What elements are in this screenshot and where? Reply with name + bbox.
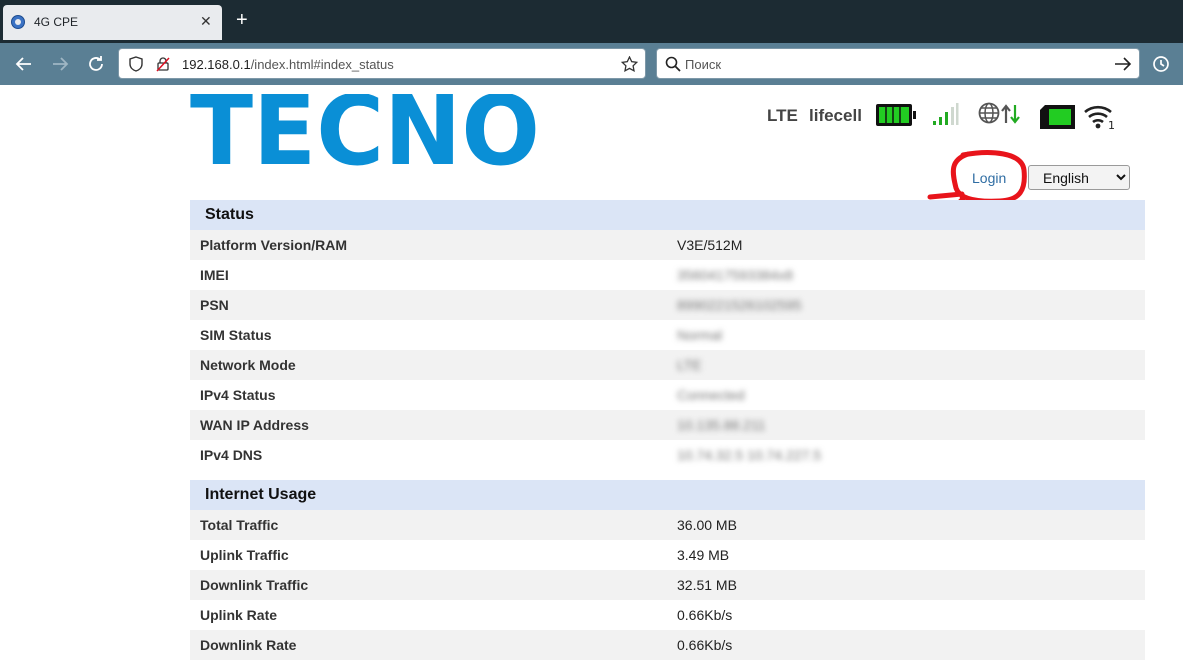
row-value: 3560417593384x8 — [677, 267, 794, 283]
internet-usage-table: Total Traffic 36.00 MB Uplink Traffic 3.49… — [190, 510, 1145, 660]
insecure-lock-icon[interactable] — [155, 56, 171, 72]
row-label: Platform Version/RAM — [200, 237, 348, 253]
table-row: Network Mode LTE — [190, 350, 1145, 380]
row-label: Uplink Traffic — [200, 547, 289, 563]
clock-icon — [1153, 56, 1169, 72]
table-row: SIM Status Normal — [190, 320, 1145, 350]
back-button[interactable] — [12, 52, 36, 76]
url-host: 192.168.0.1 — [182, 57, 251, 72]
row-label: Network Mode — [200, 357, 296, 373]
row-label: Downlink Rate — [200, 637, 297, 653]
table-row: IPv4 DNS 10.74.32.5 10.74.227.5 — [190, 440, 1145, 470]
search-icon — [665, 56, 681, 72]
navigation-bar: 192.168.0.1/index.html#index_status — [0, 43, 1183, 85]
row-value: Normal — [677, 327, 723, 343]
brand-logo-text: TECNO — [190, 94, 540, 166]
row-label: Downlink Traffic — [200, 577, 309, 593]
arrow-right-icon — [53, 57, 69, 71]
table-row: Uplink Rate 0.66Kb/s — [190, 600, 1145, 630]
row-label: SIM Status — [200, 327, 272, 343]
row-label: IPv4 DNS — [200, 447, 263, 463]
table-row: Total Traffic 36.00 MB — [190, 510, 1145, 540]
reload-icon — [89, 56, 103, 71]
favicon-icon — [11, 15, 25, 29]
tab-bar: 4G CPE ✕ + — [0, 0, 1183, 43]
table-row: Uplink Traffic 3.49 MB — [190, 540, 1145, 570]
row-label: Total Traffic — [200, 517, 279, 533]
row-value: LTE — [677, 357, 702, 373]
table-row: WAN IP Address 10.135.88.211 — [190, 410, 1145, 440]
history-button[interactable] — [1149, 52, 1173, 76]
operator-name: lifecell — [809, 106, 862, 125]
login-link[interactable]: Login — [972, 170, 1006, 186]
address-bar[interactable]: 192.168.0.1/index.html#index_status — [118, 48, 646, 79]
table-row: Platform Version/RAM V3E/512M — [190, 230, 1145, 260]
row-value: 3.49 MB — [677, 547, 730, 563]
row-value: 0.66Kb/s — [677, 607, 733, 623]
browser-tab[interactable]: 4G CPE ✕ — [3, 5, 222, 40]
reload-button[interactable] — [84, 52, 108, 76]
row-value: Connected — [677, 387, 745, 403]
row-value: 10.74.32.5 10.74.227.5 — [677, 447, 822, 463]
arrow-left-icon — [15, 57, 31, 71]
battery-icon — [876, 104, 916, 126]
internet-usage-section-title: Internet Usage — [190, 480, 1145, 510]
brand-logo: TECNO — [190, 94, 540, 166]
status-table: Platform Version/RAM V3E/512M IMEI 3560417… — [190, 230, 1145, 470]
search-bar[interactable] — [656, 48, 1140, 79]
signal-strength-icon — [933, 103, 959, 125]
row-value: V3E/512M — [677, 237, 743, 253]
tab-title: 4G CPE — [34, 15, 79, 29]
url-text[interactable]: 192.168.0.1/index.html#index_status — [182, 57, 394, 72]
status-section: Status Platform Version/RAM V3E/512M IMEI… — [190, 200, 1145, 470]
arrow-right-icon[interactable] — [1114, 56, 1132, 72]
table-row: Downlink Traffic 32.51 MB — [190, 570, 1145, 600]
row-label: IPv4 Status — [200, 387, 276, 403]
forward-button[interactable] — [48, 52, 72, 76]
row-value: 10.135.88.211 — [677, 417, 766, 433]
status-section-title: Status — [190, 200, 1145, 230]
url-path: /index.html#index_status — [250, 57, 394, 72]
shield-icon[interactable] — [128, 56, 144, 72]
row-value: 32.51 MB — [677, 577, 737, 593]
table-row: Downlink Rate 0.66Kb/s — [190, 630, 1145, 660]
row-value: 0.66Kb/s — [677, 637, 733, 653]
internet-connected-icon — [978, 102, 1020, 124]
table-row: PSN 8990221526102595 — [190, 290, 1145, 320]
sim-card-icon — [1040, 105, 1075, 129]
language-select[interactable]: English — [1028, 165, 1130, 190]
wifi-clients-count: 1 — [1108, 119, 1115, 131]
wifi-icon: 1 — [1084, 105, 1115, 131]
row-label: IMEI — [200, 267, 229, 283]
bookmark-star-icon[interactable] — [621, 56, 638, 72]
row-label: Uplink Rate — [200, 607, 278, 623]
search-input[interactable] — [685, 55, 1095, 73]
row-value: 8990221526102595 — [677, 297, 802, 313]
row-label: PSN — [200, 297, 229, 313]
table-row: IPv4 Status Connected — [190, 380, 1145, 410]
close-tab-icon[interactable]: ✕ — [200, 13, 212, 29]
row-label: WAN IP Address — [200, 417, 309, 433]
table-row: IMEI 3560417593384x8 — [190, 260, 1145, 290]
row-value: 36.00 MB — [677, 517, 737, 533]
new-tab-button[interactable]: + — [236, 10, 248, 30]
internet-usage-section: Internet Usage Total Traffic 36.00 MB Upl… — [190, 480, 1145, 660]
network-type: LTE — [767, 106, 798, 125]
